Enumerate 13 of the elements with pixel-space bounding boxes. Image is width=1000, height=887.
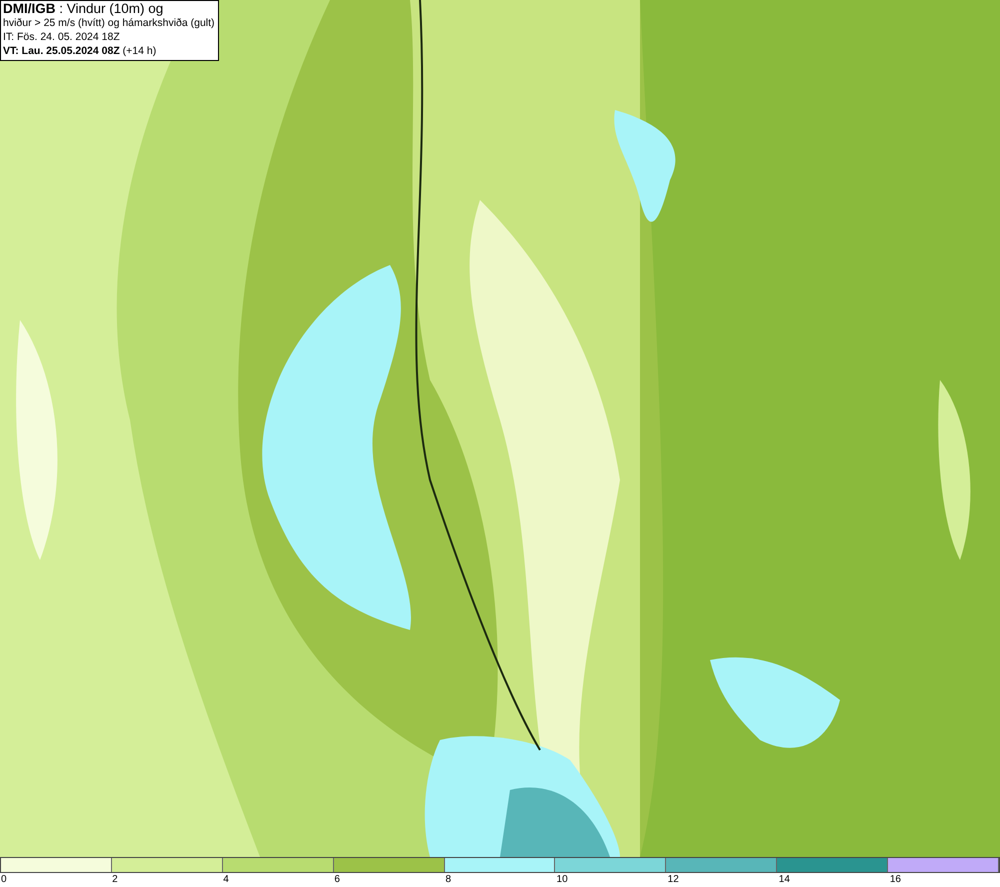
scale-label: 8 bbox=[445, 874, 451, 885]
scale-label: 16 bbox=[890, 874, 901, 885]
scale-label: 10 bbox=[556, 874, 568, 885]
header-text: IT: Fös. 24. 05. 2024 18Z bbox=[3, 30, 121, 44]
scale-label: 0 bbox=[1, 874, 7, 885]
scale-label: 4 bbox=[223, 874, 229, 885]
header-text: DMI/IGB : Vindur (10m) og bbox=[3, 2, 164, 16]
scale-label: 14 bbox=[778, 874, 790, 885]
header-text: hviður > 25 m/s (hvítt) og hámarkshviða (gult) bbox=[3, 16, 215, 30]
scale-label: 12 bbox=[668, 874, 679, 885]
header-text: VT: Lau. 25.05.2024 08Z (+14 h) bbox=[3, 44, 158, 58]
scale-label: 2 bbox=[112, 874, 118, 885]
scale-label: 6 bbox=[334, 874, 340, 885]
